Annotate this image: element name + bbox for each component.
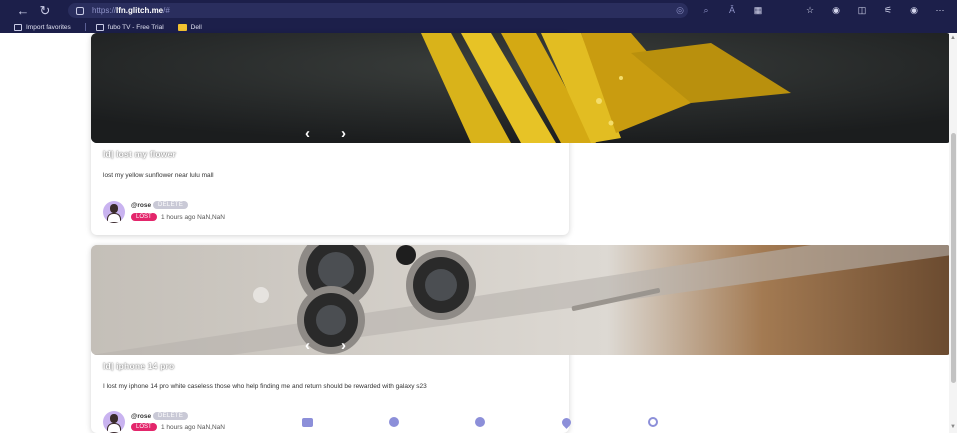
- sunflower-image: [91, 33, 952, 143]
- bookmark-label: fubo TV - Free Trial: [107, 23, 164, 31]
- url-hash: /#: [163, 6, 170, 15]
- post-title: Iđ| lost my flower: [103, 149, 177, 159]
- bookmark-import-favorites[interactable]: Import favorites: [14, 23, 71, 31]
- bookmark-dell[interactable]: Dell: [177, 23, 202, 31]
- profile-nav-icon[interactable]: [646, 415, 660, 429]
- scroll-down-icon[interactable]: ▼: [950, 424, 956, 430]
- carousel-next-icon[interactable]: ›: [341, 337, 346, 354]
- carousel-prev-icon[interactable]: ‹: [305, 337, 310, 354]
- carousel-next-icon[interactable]: ›: [341, 125, 346, 142]
- tracking-icon[interactable]: ◎: [667, 3, 693, 18]
- post-time: 1 hours ago NaN,NaN: [161, 424, 225, 431]
- address-bar[interactable]: https://lfn.glitch.me/#: [68, 3, 688, 18]
- bottom-nav: [300, 412, 660, 432]
- more-icon[interactable]: ⋯: [927, 3, 953, 18]
- lock-icon: [76, 6, 84, 15]
- post-description: I lost my iphone 14 pro white caseless t…: [103, 383, 427, 390]
- add-post-icon[interactable]: [473, 415, 487, 429]
- location-icon[interactable]: [560, 415, 574, 429]
- avatar[interactable]: [103, 201, 125, 223]
- import-icon: [14, 23, 22, 31]
- collections-icon[interactable]: ◉: [823, 3, 849, 18]
- carousel-prev-icon[interactable]: ‹: [305, 125, 310, 142]
- iphone-image: [91, 245, 952, 355]
- avatar[interactable]: [103, 411, 125, 433]
- post-time: 1 hours ago NaN,NaN: [161, 214, 225, 221]
- browser-titlebar: ← ↻ https://lfn.glitch.me/# ◎ ⌕ Â ▦ ☆ ◉…: [0, 0, 957, 33]
- extensions-icon[interactable]: ⚟: [875, 3, 901, 18]
- read-aloud-icon[interactable]: Â: [719, 3, 745, 18]
- zoom-icon[interactable]: ⌕: [693, 3, 719, 18]
- folder-icon: [177, 23, 187, 31]
- browser-toolbar: ◎ ⌕ Â ▦ ☆ ◉ ◫ ⚟ ◉ ⋯: [667, 3, 953, 18]
- bookmark-separator: [84, 23, 86, 31]
- delete-button[interactable]: DELETE: [153, 412, 189, 420]
- status-badge: LOST: [131, 423, 157, 431]
- profile-icon[interactable]: ◉: [901, 3, 927, 18]
- post-image: ‹ ›: [91, 245, 952, 355]
- favorites-icon[interactable]: ☆: [797, 3, 823, 18]
- explore-icon[interactable]: [387, 415, 401, 429]
- scrollbar-thumb[interactable]: [951, 133, 956, 383]
- bookmark-label: Dell: [190, 23, 202, 31]
- back-arrow-icon[interactable]: ←: [12, 3, 34, 18]
- spacer-icon: [771, 3, 797, 18]
- scroll-up-icon[interactable]: ▲: [950, 35, 956, 41]
- bookmarks-bar: Import favorites fubo TV - Free Trial De…: [0, 21, 957, 33]
- split-screen-icon[interactable]: ◫: [849, 3, 875, 18]
- delete-button[interactable]: DELETE: [153, 201, 189, 209]
- status-badge: LOST: [131, 213, 157, 221]
- refresh-icon[interactable]: ↻: [34, 3, 56, 19]
- page-icon: [95, 23, 104, 31]
- post-username[interactable]: @rose: [131, 202, 151, 209]
- post-description: lost my yellow sunflower near lulu mall: [103, 172, 214, 179]
- post-username[interactable]: @rose: [131, 413, 151, 420]
- url-text: https://lfn.glitch.me/#: [92, 6, 170, 15]
- post-title: Iđ| iphone 14 pro: [103, 361, 175, 371]
- bookmark-label: Import favorites: [26, 23, 71, 31]
- post-image: ‹ ›: [91, 33, 952, 143]
- chat-icon[interactable]: [300, 415, 314, 429]
- url-host: lfn.glitch.me: [116, 6, 164, 15]
- url-protocol: https://: [92, 6, 117, 15]
- bookmark-fubo[interactable]: fubo TV - Free Trial: [95, 23, 164, 31]
- app-icon[interactable]: ▦: [745, 3, 771, 18]
